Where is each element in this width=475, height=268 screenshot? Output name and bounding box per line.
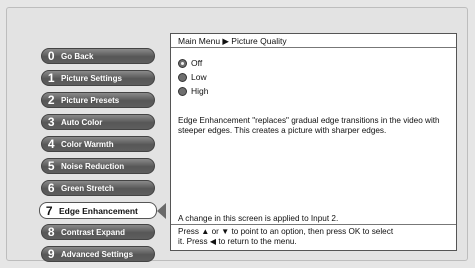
menu-item-color-warmth[interactable]: 4 Color Warmth — [41, 136, 155, 152]
menu-item-label: Contrast Expand — [61, 227, 126, 237]
help-line-2: it. Press ◀ to return to the menu. — [178, 236, 297, 246]
option-high[interactable]: High — [178, 84, 208, 98]
menu-item-noise-reduction[interactable]: 5 Noise Reduction — [41, 158, 155, 174]
edge-enhancement-options: Off Low High — [178, 56, 208, 98]
menu-item-label: Edge Enhancement — [59, 205, 138, 216]
option-description: Edge Enhancement "replaces" gradual edge… — [178, 116, 440, 136]
menu-item-label: Green Stretch — [61, 183, 114, 193]
menu-item-go-back[interactable]: 0 Go Back — [41, 48, 155, 64]
option-off[interactable]: Off — [178, 56, 208, 70]
menu-item-number: 0 — [47, 49, 55, 63]
navigation-help: Press ▲ or ▼ to point to an option, then… — [171, 224, 456, 252]
menu-item-number: 2 — [47, 93, 55, 107]
menu-item-label: Picture Presets — [61, 95, 120, 105]
menu-item-green-stretch[interactable]: 6 Green Stretch — [41, 180, 155, 196]
option-label: Off — [191, 58, 203, 68]
menu-item-number: 7 — [45, 203, 53, 218]
menu-item-picture-settings[interactable]: 1 Picture Settings — [41, 70, 155, 86]
menu-item-number: 1 — [47, 71, 55, 85]
menu-item-number: 9 — [47, 247, 55, 261]
applied-input-note: A change in this screen is applied to In… — [178, 214, 339, 223]
menu-item-label: Auto Color — [61, 117, 103, 127]
help-line-1: Press ▲ or ▼ to point to an option, then… — [178, 227, 394, 236]
menu-item-label: Go Back — [61, 51, 94, 61]
selection-pointer-icon — [157, 203, 166, 219]
menu-item-number: 5 — [47, 159, 55, 173]
radio-icon[interactable] — [178, 86, 187, 96]
menu-item-picture-presets[interactable]: 2 Picture Presets — [41, 92, 155, 108]
radio-icon[interactable] — [178, 72, 187, 82]
breadcrumb: Main Menu ▶ Picture Quality — [171, 34, 456, 48]
menu-item-label: Color Warmth — [61, 139, 114, 149]
menu-item-number: 8 — [47, 225, 55, 239]
radio-selected-icon[interactable] — [178, 58, 187, 68]
menu-item-contrast-expand[interactable]: 8 Contrast Expand — [41, 224, 155, 240]
menu-item-label: Advanced Settings — [61, 249, 134, 259]
option-label: Low — [191, 72, 207, 82]
menu-item-advanced-settings[interactable]: 9 Advanced Settings — [41, 246, 155, 262]
option-low[interactable]: Low — [178, 70, 208, 84]
menu-item-edge-enhancement[interactable]: 7 Edge Enhancement — [39, 202, 157, 219]
option-label: High — [191, 86, 209, 96]
menu-item-number: 3 — [47, 115, 55, 129]
menu-item-number: 4 — [47, 137, 55, 151]
menu-item-number: 6 — [47, 181, 55, 195]
tv-menu-screen: 0 Go Back 1 Picture Settings 2 Picture P… — [6, 7, 468, 262]
picture-quality-panel: Main Menu ▶ Picture Quality Off Low High… — [170, 33, 457, 251]
menu-item-label: Noise Reduction — [61, 161, 125, 171]
menu-item-auto-color[interactable]: 3 Auto Color — [41, 114, 155, 130]
menu-item-label: Picture Settings — [61, 73, 122, 83]
